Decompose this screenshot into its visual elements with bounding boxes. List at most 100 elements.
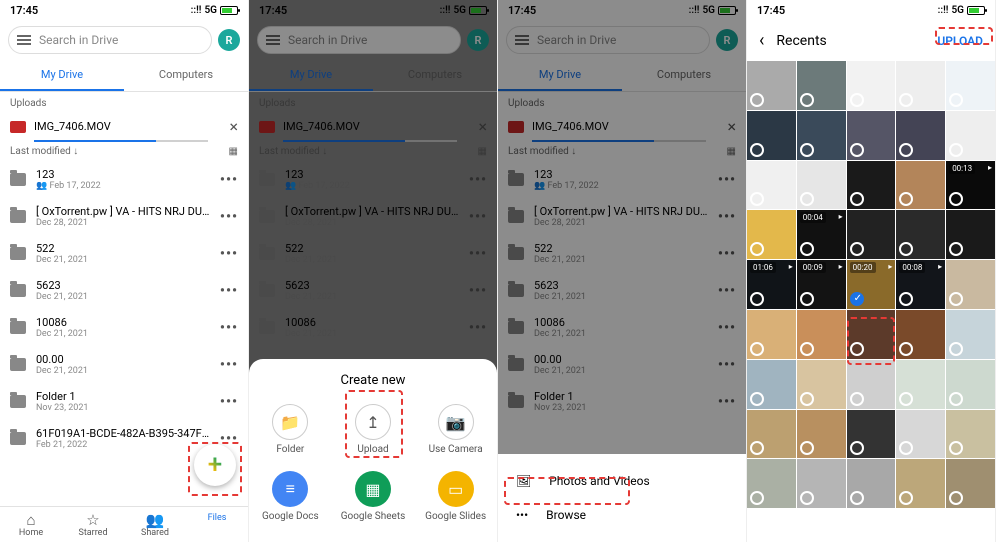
tab-computers[interactable]: Computers <box>124 60 248 91</box>
create-slides[interactable]: ▭Google Slides <box>414 463 497 530</box>
more-icon[interactable]: ••• <box>220 246 238 262</box>
view-toggle-icon[interactable]: ▦ <box>229 146 238 157</box>
select-circle-icon <box>850 342 864 356</box>
photo-thumb[interactable]: 00:20▸ <box>847 260 896 309</box>
more-icon[interactable]: ••• <box>220 431 238 447</box>
folder-icon <box>10 173 26 186</box>
more-icon[interactable]: ••• <box>220 357 238 373</box>
photos-videos-option[interactable]: 🖼Photos and Videos <box>498 464 746 498</box>
more-icon[interactable]: ••• <box>220 209 238 225</box>
create-folder[interactable]: 📁Folder <box>249 396 332 463</box>
photo-thumb[interactable] <box>896 61 945 110</box>
photo-thumb[interactable] <box>797 360 846 409</box>
create-new-sheet: Create new 📁Folder ↥Upload 📷Use Camera ≡… <box>249 359 497 542</box>
file-row[interactable]: 00.00Dec 21, 2021••• <box>0 346 248 383</box>
file-row[interactable]: 10086Dec 21, 2021 ••• <box>0 309 248 346</box>
select-circle-icon <box>899 491 913 505</box>
file-row[interactable]: Folder 1Nov 23, 2021••• <box>0 383 248 420</box>
select-circle-icon <box>850 392 864 406</box>
file-row[interactable]: 5623Dec 21, 2021••• <box>0 272 248 309</box>
nav-starred[interactable]: ☆Starred <box>62 507 124 542</box>
photo-thumb[interactable] <box>896 161 945 210</box>
photo-thumb[interactable] <box>896 459 945 508</box>
file-date: Nov 23, 2021 <box>36 403 210 413</box>
more-icon[interactable]: ••• <box>220 283 238 299</box>
photo-thumb[interactable] <box>747 61 796 110</box>
photo-thumb[interactable] <box>896 310 945 359</box>
photo-thumb[interactable] <box>797 459 846 508</box>
nav-shared[interactable]: 👥Shared <box>124 507 186 542</box>
photo-thumb[interactable] <box>847 459 896 508</box>
create-camera[interactable]: 📷Use Camera <box>414 396 497 463</box>
sort-label[interactable]: Last modified ↓ <box>10 146 78 157</box>
photo-thumb[interactable] <box>747 161 796 210</box>
select-circle-icon <box>949 192 963 206</box>
create-docs[interactable]: ≡Google Docs <box>249 463 332 530</box>
hamburger-icon[interactable] <box>17 35 31 45</box>
photo-thumb[interactable] <box>797 61 846 110</box>
file-row[interactable]: 123👥 Feb 17, 2022••• <box>0 161 248 198</box>
nav-home[interactable]: ⌂Home <box>0 507 62 542</box>
photo-thumb[interactable] <box>847 61 896 110</box>
photo-thumb[interactable] <box>896 111 945 160</box>
photo-thumb[interactable] <box>747 410 796 459</box>
photo-thumb[interactable] <box>847 410 896 459</box>
folder-icon <box>10 358 26 371</box>
more-icon: ••• <box>516 508 528 522</box>
search-box[interactable]: Search in Drive <box>8 26 212 54</box>
select-circle-icon <box>899 392 913 406</box>
photo-thumb[interactable] <box>847 111 896 160</box>
file-row[interactable]: 522Dec 21, 2021••• <box>0 235 248 272</box>
photo-thumb[interactable] <box>847 360 896 409</box>
photo-thumb[interactable] <box>747 459 796 508</box>
photo-thumb[interactable] <box>847 161 896 210</box>
photo-thumb[interactable] <box>747 210 796 259</box>
back-arrow-icon[interactable]: ‹ <box>759 30 764 51</box>
nav-files[interactable]: Files <box>186 507 248 542</box>
photo-thumb[interactable] <box>797 161 846 210</box>
photo-thumb[interactable] <box>747 111 796 160</box>
fab-new-button[interactable]: + <box>194 444 236 486</box>
photo-thumb[interactable]: 00:13▸ <box>946 161 995 210</box>
close-icon[interactable]: × <box>229 117 238 136</box>
more-icon[interactable]: ••• <box>220 394 238 410</box>
photo-thumb[interactable] <box>896 410 945 459</box>
tab-my-drive[interactable]: My Drive <box>0 60 124 91</box>
photo-thumb[interactable] <box>847 310 896 359</box>
avatar[interactable]: R <box>218 29 240 51</box>
file-name: 10086 <box>36 316 210 329</box>
photo-thumb[interactable] <box>946 61 995 110</box>
photo-thumb[interactable] <box>797 111 846 160</box>
select-circle-icon <box>750 342 764 356</box>
select-circle-icon <box>949 491 963 505</box>
photo-thumb[interactable] <box>847 210 896 259</box>
photo-thumb[interactable] <box>946 111 995 160</box>
photo-thumb[interactable]: 01:06▸ <box>747 260 796 309</box>
photo-thumb[interactable] <box>946 459 995 508</box>
photo-thumb[interactable] <box>946 260 995 309</box>
photo-thumb[interactable] <box>747 310 796 359</box>
browse-option[interactable]: •••Browse <box>498 498 746 532</box>
photo-thumb[interactable] <box>946 310 995 359</box>
photo-thumb[interactable]: 00:09▸ <box>797 260 846 309</box>
more-icon[interactable]: ••• <box>220 320 238 336</box>
file-row[interactable]: [ OxTorrent.pw ] VA - HITS NRJ DU MOMENT… <box>0 198 248 235</box>
photo-thumb[interactable] <box>946 410 995 459</box>
create-upload[interactable]: ↥Upload <box>332 396 415 463</box>
photo-thumb[interactable] <box>747 360 796 409</box>
file-date: Dec 21, 2021 <box>36 329 210 339</box>
select-circle-icon <box>850 292 864 306</box>
create-sheets[interactable]: ▦Google Sheets <box>332 463 415 530</box>
upload-button[interactable]: UPLOAD <box>937 34 983 48</box>
photo-grid: 00:13▸ 00:04▸01:06▸00:09▸00:20▸00:08▸ <box>747 61 995 508</box>
photo-thumb[interactable] <box>896 210 945 259</box>
photo-thumb[interactable] <box>946 210 995 259</box>
photo-thumb[interactable] <box>797 410 846 459</box>
photo-thumb[interactable]: 00:08▸ <box>896 260 945 309</box>
photo-thumb[interactable] <box>946 360 995 409</box>
more-icon[interactable]: ••• <box>220 172 238 188</box>
home-icon: ⌂ <box>0 513 62 528</box>
photo-thumb[interactable]: 00:04▸ <box>797 210 846 259</box>
photo-thumb[interactable] <box>797 310 846 359</box>
photo-thumb[interactable] <box>896 360 945 409</box>
